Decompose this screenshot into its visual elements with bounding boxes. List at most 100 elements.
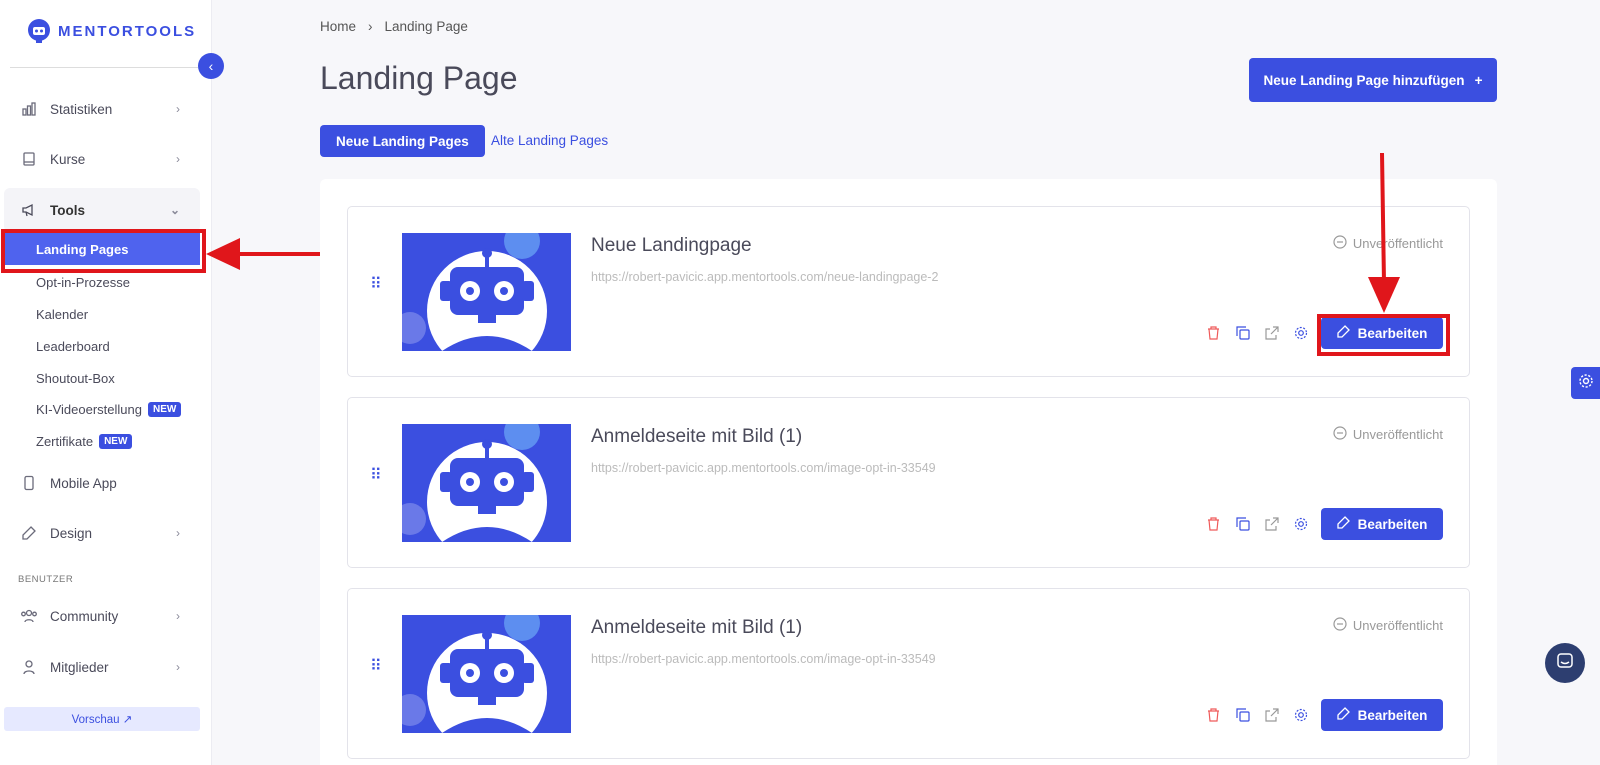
section-label-benutzer: BENUTZER [18, 574, 74, 585]
megaphone-icon [20, 201, 38, 219]
landing-page-thumbnail [402, 615, 571, 733]
drag-handle-icon[interactable]: ⠿ [370, 659, 383, 675]
sidebar-subitem-label: Leaderboard [36, 339, 110, 354]
duplicate-icon[interactable] [1234, 707, 1251, 724]
highlight-box-landing-pages [1, 229, 206, 273]
sidebar-item-label: Statistiken [50, 101, 113, 117]
minus-circle-icon [1333, 617, 1347, 634]
plus-icon: + [1474, 72, 1483, 88]
chevron-left-icon: ‹ [208, 58, 214, 74]
page-title: Landing Page [320, 60, 518, 96]
edit-button-label: Bearbeiten [1357, 516, 1428, 532]
sidebar-item-label: Mitglieder [50, 659, 109, 675]
new-badge: NEW [99, 434, 133, 449]
sidebar-item-tools[interactable]: Tools ⌄ [4, 188, 200, 232]
chevron-right-icon: › [368, 19, 373, 34]
chevron-right-icon: › [176, 526, 180, 540]
users-icon [20, 607, 38, 625]
landing-page-title[interactable]: Anmeldeseite mit Bild (1) [591, 617, 802, 639]
highlight-box-edit-button [1317, 314, 1450, 356]
sidebar-item-label: Mobile App [50, 475, 117, 491]
status-badge: Unveröffentlicht [1333, 617, 1443, 634]
edit-icon [1336, 707, 1350, 723]
edit-icon [1336, 516, 1350, 532]
divider [10, 67, 198, 68]
external-link-icon[interactable] [1263, 325, 1280, 342]
tab-alte-landing-pages[interactable]: Alte Landing Pages [491, 133, 608, 148]
trash-icon[interactable] [1205, 516, 1222, 533]
preview-button[interactable]: Vorschau ↗ [4, 707, 200, 731]
landing-page-url[interactable]: https://robert-pavicic.app.mentortools.c… [591, 270, 938, 284]
chat-support-button[interactable] [1545, 643, 1585, 683]
landing-page-url[interactable]: https://robert-pavicic.app.mentortools.c… [591, 652, 936, 666]
sidebar-item-kurse[interactable]: Kurse › [4, 137, 200, 181]
sidebar-item-label: Kurse [50, 151, 86, 167]
sidebar-subitem-kalender[interactable]: Kalender [36, 307, 88, 322]
edit-button[interactable]: Bearbeiten [1321, 699, 1443, 731]
sidebar-item-label: Design [50, 525, 93, 541]
landing-page-thumbnail [402, 233, 571, 351]
add-button-label: Neue Landing Page hinzufügen [1263, 72, 1465, 88]
sidebar-item-mobile-app[interactable]: Mobile App [4, 461, 200, 505]
settings-gear-tab[interactable] [1571, 367, 1600, 399]
new-badge: NEW [148, 402, 182, 417]
chat-icon [1556, 652, 1574, 675]
gear-icon[interactable] [1292, 325, 1309, 342]
sidebar-item-statistiken[interactable]: Statistiken › [4, 87, 200, 131]
gear-icon [1578, 373, 1594, 394]
breadcrumb-current: Landing Page [384, 19, 468, 34]
chevron-down-icon: ⌄ [169, 203, 180, 217]
status-label: Unveröffentlicht [1352, 618, 1443, 633]
breadcrumb-home[interactable]: Home [320, 19, 356, 34]
sidebar-subitem-opt-in[interactable]: Opt-in-Prozesse [36, 275, 130, 290]
landing-page-card: ⠿ Neue Landingpage https://robert-pavici… [347, 206, 1470, 377]
user-icon [20, 658, 38, 676]
logo[interactable]: MENTORTOOLS [26, 18, 196, 44]
mobile-phone-icon [20, 474, 38, 492]
drag-handle-icon[interactable]: ⠿ [370, 468, 383, 484]
sidebar-item-design[interactable]: Design › [4, 511, 200, 555]
duplicate-icon[interactable] [1234, 516, 1251, 533]
sidebar-item-mitglieder[interactable]: Mitglieder › [4, 645, 200, 689]
sidebar-item-label: Tools [50, 202, 85, 218]
sidebar-subitem-shoutout-box[interactable]: Shoutout-Box [36, 371, 115, 386]
collapse-sidebar-button[interactable]: ‹ [198, 53, 224, 79]
edit-button[interactable]: Bearbeiten [1321, 508, 1443, 540]
landing-page-card: ⠿ Anmeldeseite mit Bild (1) https://robe… [347, 588, 1470, 759]
chevron-right-icon: › [176, 609, 180, 623]
sidebar-subitem-label: Kalender [36, 307, 89, 322]
duplicate-icon[interactable] [1234, 325, 1251, 342]
landing-page-thumbnail [402, 424, 571, 542]
sidebar-subitem-ki-videoerstellung[interactable]: KI-Videoerstellung NEW [36, 402, 182, 417]
edit-button-label: Bearbeiten [1357, 707, 1428, 723]
edit-icon [20, 524, 38, 542]
external-link-icon[interactable] [1263, 516, 1280, 533]
sidebar-item-community[interactable]: Community › [4, 594, 200, 638]
sidebar-subitem-label: Opt-in-Prozesse [36, 275, 130, 290]
landing-page-title[interactable]: Anmeldeseite mit Bild (1) [591, 426, 802, 448]
sidebar-item-label: Community [50, 608, 119, 624]
sidebar-subitem-zertifikate[interactable]: Zertifikate NEW [36, 434, 133, 449]
card-actions: Bearbeiten [1205, 699, 1443, 731]
trash-icon[interactable] [1205, 707, 1222, 724]
drag-handle-icon[interactable]: ⠿ [370, 277, 383, 293]
breadcrumb: Home › Landing Page [320, 19, 468, 34]
trash-icon[interactable] [1205, 325, 1222, 342]
book-icon [20, 150, 38, 168]
red-arrow-down-icon [1368, 153, 1400, 313]
gear-icon[interactable] [1292, 516, 1309, 533]
logo-text: MENTORTOOLS [58, 22, 197, 40]
robot-logo-icon [28, 19, 50, 43]
gear-icon[interactable] [1292, 707, 1309, 724]
landing-page-url[interactable]: https://robert-pavicic.app.mentortools.c… [591, 461, 936, 475]
minus-circle-icon [1333, 235, 1347, 252]
external-link-icon[interactable] [1263, 707, 1280, 724]
chevron-right-icon: › [176, 660, 180, 674]
landing-page-title[interactable]: Neue Landingpage [591, 235, 752, 257]
landing-page-card: ⠿ Anmeldeseite mit Bild (1) https://robe… [347, 397, 1470, 568]
sidebar-subitem-label: KI-Videoerstellung [36, 402, 142, 417]
add-landing-page-button[interactable]: Neue Landing Page hinzufügen + [1249, 58, 1497, 102]
tab-neue-landing-pages[interactable]: Neue Landing Pages [320, 125, 485, 157]
bar-chart-icon [20, 100, 38, 118]
sidebar-subitem-leaderboard[interactable]: Leaderboard [36, 339, 110, 354]
